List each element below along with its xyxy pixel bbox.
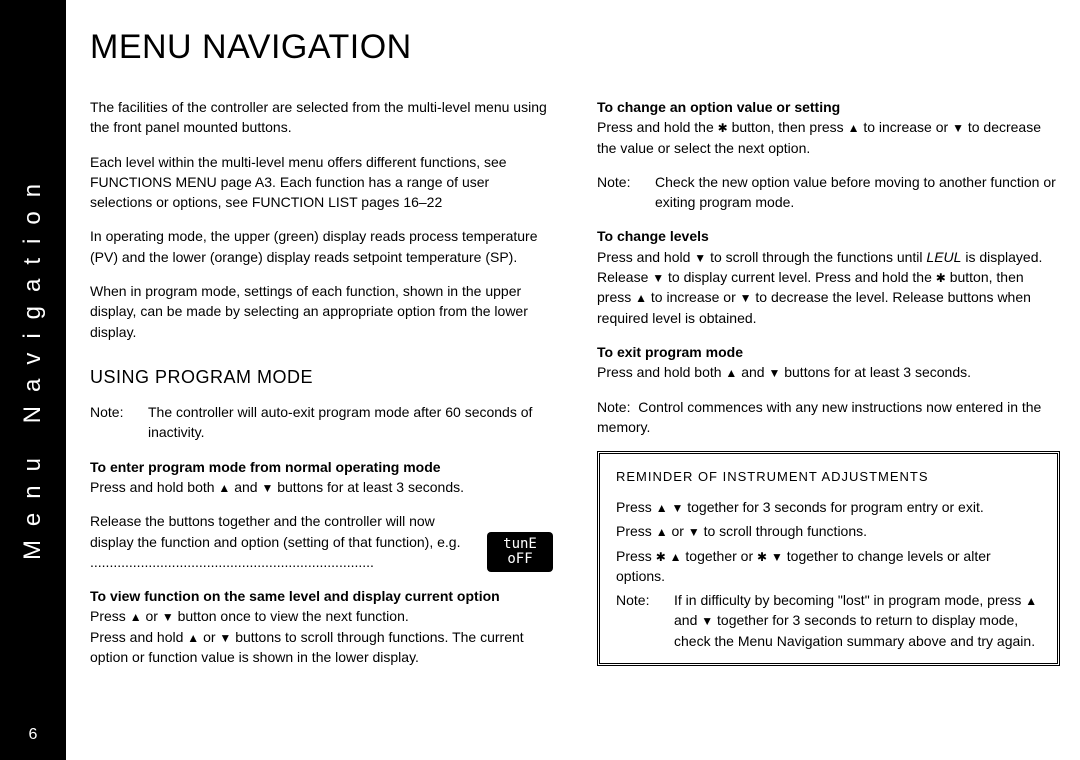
exit-program-mode-para: To exit program mode Press and hold both… bbox=[597, 342, 1060, 383]
note-label: Note: bbox=[597, 172, 655, 213]
change-option-para: To change an option value or setting Pre… bbox=[597, 97, 1060, 158]
note-control-commences: Note: Control commences with any new ins… bbox=[597, 397, 1060, 438]
down-triangle-icon: ▼ bbox=[771, 551, 783, 563]
down-triangle-icon: ▼ bbox=[219, 632, 231, 644]
intro-para-1: The facilities of the controller are sel… bbox=[90, 97, 553, 138]
down-triangle-icon: ▼ bbox=[688, 526, 700, 538]
intro-para-2: Each level within the multi-level menu o… bbox=[90, 152, 553, 213]
down-triangle-icon: ▼ bbox=[261, 482, 273, 494]
intro-para-3: In operating mode, the upper (green) dis… bbox=[90, 226, 553, 267]
sidebar: Menu Navigation 6 bbox=[0, 0, 66, 760]
reminder-line-2: Press ▲ or ▼ to scroll through functions… bbox=[616, 521, 1041, 541]
up-triangle-icon: ▲ bbox=[1025, 595, 1037, 607]
up-triangle-icon: ▲ bbox=[656, 502, 668, 514]
reminder-note: Note: If in difficulty by becoming "lost… bbox=[616, 590, 1041, 651]
note-auto-exit: Note: The controller will auto-exit prog… bbox=[90, 402, 553, 443]
change-levels-para: To change levels Press and hold ▼ to scr… bbox=[597, 226, 1060, 327]
right-column: To change an option value or setting Pre… bbox=[597, 97, 1060, 681]
section-using-program-mode: USING PROGRAM MODE bbox=[90, 364, 553, 390]
intro-para-4: When in program mode, settings of each f… bbox=[90, 281, 553, 342]
change-heading: To change an option value or setting bbox=[597, 99, 840, 115]
display-line-1: tunE bbox=[503, 537, 537, 552]
release-text: Release the buttons together and the con… bbox=[90, 511, 479, 572]
display-line-2: oFF bbox=[507, 552, 532, 567]
star-icon: ✱ bbox=[718, 122, 728, 134]
down-triangle-icon: ▼ bbox=[652, 272, 664, 284]
up-triangle-icon: ▲ bbox=[187, 632, 199, 644]
down-triangle-icon: ▼ bbox=[768, 367, 780, 379]
enter-program-mode: To enter program mode from normal operat… bbox=[90, 457, 553, 498]
up-triangle-icon: ▲ bbox=[725, 367, 737, 379]
up-triangle-icon: ▲ bbox=[656, 526, 668, 538]
view-heading: To view function on the same level and d… bbox=[90, 588, 500, 604]
display-icon: tunE oFF bbox=[487, 532, 553, 572]
enter-heading: To enter program mode from normal operat… bbox=[90, 459, 441, 475]
up-triangle-icon: ▲ bbox=[670, 551, 682, 563]
down-triangle-icon: ▼ bbox=[162, 611, 174, 623]
page-content: MENU NAVIGATION The facilities of the co… bbox=[90, 28, 1060, 681]
exit-heading: To exit program mode bbox=[597, 344, 743, 360]
note-body: If in difficulty by becoming "lost" in p… bbox=[674, 590, 1041, 651]
down-triangle-icon: ▼ bbox=[952, 122, 964, 134]
down-triangle-icon: ▼ bbox=[740, 292, 752, 304]
down-triangle-icon: ▼ bbox=[671, 502, 683, 514]
levels-heading: To change levels bbox=[597, 228, 709, 244]
code-leul: LEUL bbox=[926, 249, 961, 265]
note-label: Note: bbox=[616, 590, 674, 651]
reminder-title: REMINDER OF INSTRUMENT ADJUSTMENTS bbox=[616, 468, 1041, 487]
page-number: 6 bbox=[0, 726, 66, 744]
left-column: The facilities of the controller are sel… bbox=[90, 97, 553, 681]
note-body: The controller will auto-exit program mo… bbox=[148, 402, 553, 443]
up-triangle-icon: ▲ bbox=[130, 611, 142, 623]
release-and-display: Release the buttons together and the con… bbox=[90, 511, 553, 572]
up-triangle-icon: ▲ bbox=[848, 122, 860, 134]
note-label: Note: bbox=[90, 402, 148, 443]
page-title: MENU NAVIGATION bbox=[90, 28, 1060, 67]
reminder-line-1: Press ▲ ▼ together for 3 seconds for pro… bbox=[616, 497, 1041, 517]
star-icon: ✱ bbox=[936, 272, 946, 284]
reminder-line-3: Press ✱ ▲ together or ✱ ▼ together to ch… bbox=[616, 546, 1041, 587]
down-triangle-icon: ▼ bbox=[694, 252, 706, 264]
down-triangle-icon: ▼ bbox=[701, 615, 713, 627]
view-function-para: To view function on the same level and d… bbox=[90, 586, 553, 667]
reminder-box: REMINDER OF INSTRUMENT ADJUSTMENTS Press… bbox=[597, 451, 1060, 666]
up-triangle-icon: ▲ bbox=[218, 482, 230, 494]
up-triangle-icon: ▲ bbox=[635, 292, 647, 304]
side-vertical-label: Menu Navigation bbox=[19, 170, 47, 560]
note-check-value: Note: Check the new option value before … bbox=[597, 172, 1060, 213]
star-icon: ✱ bbox=[757, 551, 767, 563]
note-body: Check the new option value before moving… bbox=[655, 172, 1060, 213]
star-icon: ✱ bbox=[656, 551, 666, 563]
